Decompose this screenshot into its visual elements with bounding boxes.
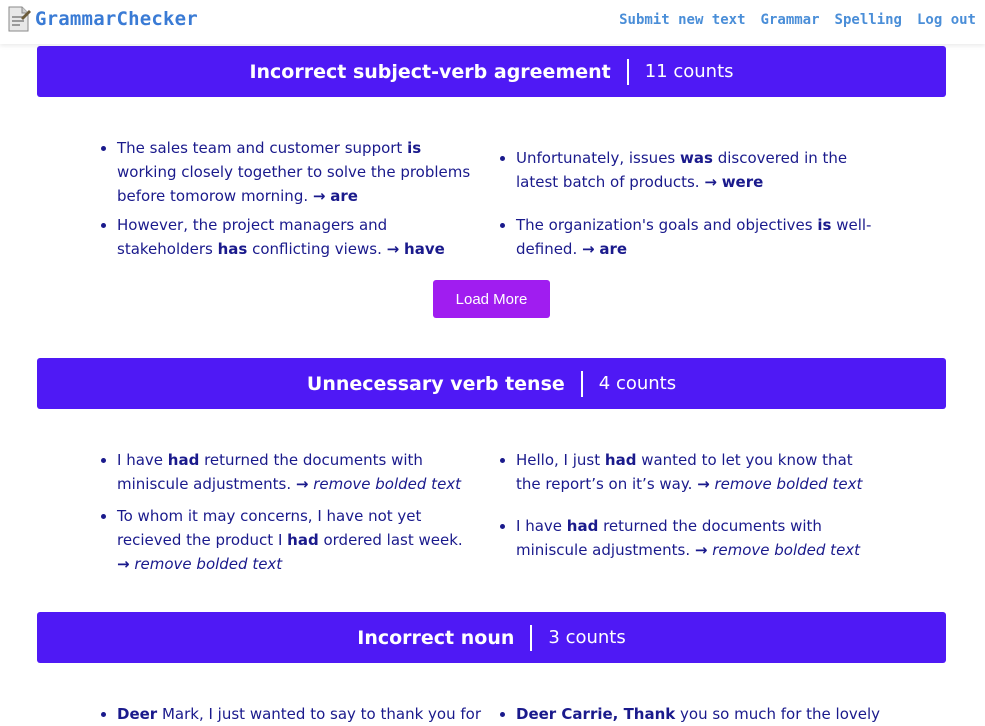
list-item: The organization's goals and objectives …	[500, 213, 878, 261]
nav-links: Submit new text Grammar Spelling Log out	[619, 12, 976, 28]
section-count: 11 counts	[644, 61, 734, 82]
section-banner-verb-tense: Unnecessary verb tense 4 counts	[37, 358, 946, 409]
brand[interactable]: GrammarChecker	[7, 6, 198, 32]
top-navbar: GrammarChecker Submit new text Grammar S…	[0, 0, 985, 44]
section-banner-incorrect-noun: Incorrect noun 3 counts	[37, 612, 946, 663]
list-item: The sales team and customer support is w…	[101, 136, 479, 208]
nav-log-out[interactable]: Log out	[917, 12, 976, 28]
app-name: GrammarChecker	[35, 8, 198, 30]
nav-grammar[interactable]: Grammar	[761, 12, 820, 28]
nav-spelling[interactable]: Spelling	[835, 12, 902, 28]
list-item: Deer Carrie, Thank you so much for the l…	[500, 702, 880, 726]
list-item: To whom it may concerns, I have not yet …	[101, 504, 479, 576]
list-item: Deer Mark, I just wanted to say to thank…	[101, 702, 481, 726]
section-title: Incorrect noun	[357, 626, 515, 649]
section-count: 4 counts	[598, 373, 677, 394]
section-banner-subject-verb: Incorrect subject-verb agreement 11 coun…	[37, 46, 946, 97]
list-item: However, the project managers and stakeh…	[101, 213, 479, 261]
list-item: Hello, I just had wanted to let you know…	[500, 448, 878, 496]
nav-submit-new-text[interactable]: Submit new text	[619, 12, 745, 28]
list-item: I have had returned the documents with m…	[500, 514, 878, 562]
load-more-button[interactable]: Load More	[433, 280, 550, 318]
divider	[626, 58, 629, 85]
section-count: 3 counts	[548, 627, 626, 648]
document-logo-icon	[7, 6, 31, 32]
divider	[530, 624, 533, 651]
list-item: I have had returned the documents with m…	[101, 448, 479, 496]
section-title: Incorrect subject-verb agreement	[249, 60, 611, 83]
divider	[580, 370, 583, 397]
list-item: Unfortunately, issues was discovered in …	[500, 146, 878, 194]
section-title: Unnecessary verb tense	[306, 372, 565, 395]
